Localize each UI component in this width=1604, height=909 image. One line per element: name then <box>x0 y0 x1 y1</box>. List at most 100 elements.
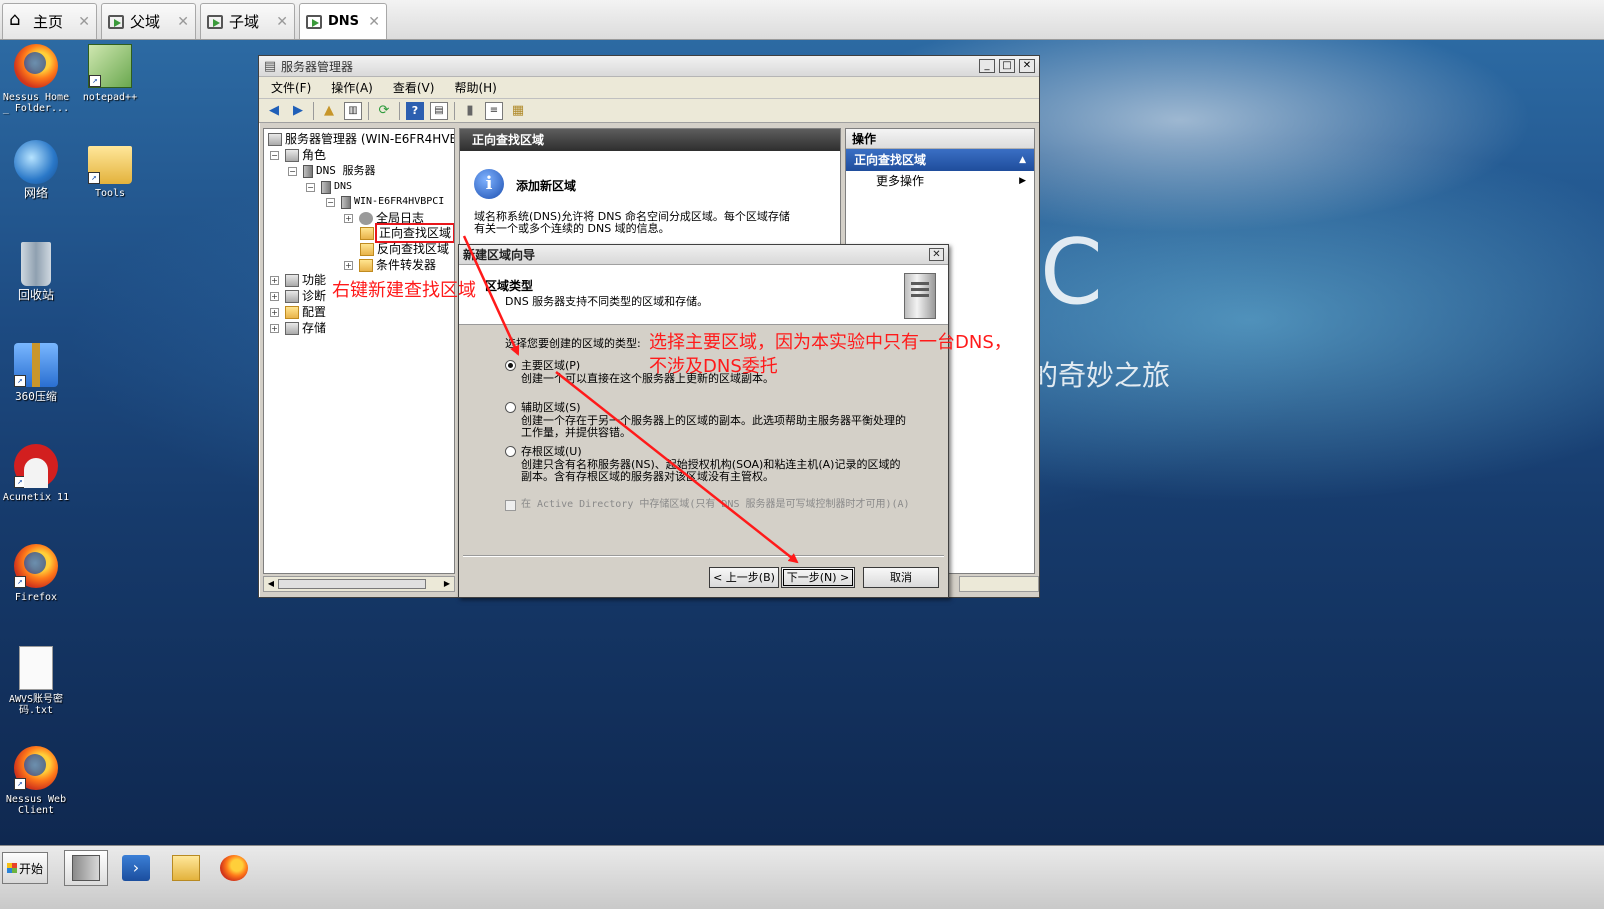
tab-parent-domain[interactable]: 父域 ✕ <box>101 3 196 39</box>
tree-node-forward-lookup-zones[interactable]: 正向查找区域 <box>360 223 454 243</box>
server-list-icon[interactable]: ▮ <box>461 102 479 120</box>
collapse-up-icon[interactable]: ▲ <box>1019 149 1026 171</box>
menu-action[interactable]: 操作(A) <box>331 79 373 96</box>
zone-type-question: 选择您要创建的区域的类型: <box>505 337 641 350</box>
up-folder-icon[interactable]: ▲ <box>320 102 338 120</box>
actions-section-forward-zones[interactable]: 正向查找区域 ▲ <box>846 149 1034 171</box>
scroll-thumb[interactable] <box>278 579 426 589</box>
tree-node-reverse-lookup-zones[interactable]: 反向查找区域 <box>360 241 449 257</box>
tree-node-diagnostics[interactable]: + 诊断 <box>270 288 326 304</box>
info-icon: i <box>474 169 504 199</box>
firefox-icon: ↗ <box>14 544 58 588</box>
desktop-icon-360zip[interactable]: ↗ 360压缩 <box>0 343 72 402</box>
server-manager-icon <box>268 132 282 146</box>
forward-arrow-icon[interactable]: ▶ <box>289 102 307 120</box>
close-icon[interactable]: ✕ <box>78 14 90 30</box>
scroll-right-icon[interactable]: ▶ <box>440 577 454 591</box>
desktop-icon-notepad[interactable]: ↗ notepad++ <box>74 44 146 103</box>
taskbar-powershell[interactable]: › <box>114 850 158 886</box>
expand-icon[interactable]: + <box>270 275 279 285</box>
minimize-button[interactable]: _ <box>979 59 995 73</box>
close-button[interactable]: ✕ <box>1019 59 1035 73</box>
desktop-icon-recycle-bin[interactable]: 回收站 <box>0 242 72 301</box>
radio-selected[interactable] <box>505 359 516 371</box>
show-hide-tree-icon[interactable]: ▥ <box>344 101 362 120</box>
menu-help[interactable]: 帮助(H) <box>454 79 496 96</box>
cancel-button[interactable]: 取消 <box>863 567 939 588</box>
recycle-bin-icon <box>21 242 51 286</box>
menu-file[interactable]: 文件(F) <box>271 79 311 96</box>
export-icon[interactable]: ▦ <box>509 102 527 120</box>
properties-icon[interactable]: ▤ <box>430 101 448 120</box>
expand-icon[interactable]: + <box>270 323 279 333</box>
start-button[interactable]: 开始 <box>2 852 48 884</box>
tree-node-server-manager[interactable]: 服务器管理器 (WIN-E6FR4HVBPC <box>268 131 454 147</box>
dns-server-icon <box>303 164 313 178</box>
tree-node-host[interactable]: − WIN-E6FR4HVBPCI <box>326 194 444 210</box>
help-icon[interactable]: ? <box>406 101 424 120</box>
desktop-icon-nessus-home[interactable]: Nessus Home _ Folder... <box>0 44 72 114</box>
server-tower-icon <box>904 273 936 319</box>
more-actions-item[interactable]: 更多操作 ▶ <box>846 171 1034 191</box>
desktop-icon-tools[interactable]: ↗ Tools <box>74 140 146 199</box>
refresh-icon[interactable]: ⟳ <box>375 102 393 120</box>
collapse-icon[interactable]: − <box>288 166 297 176</box>
desktop-icon-acunetix[interactable]: ↗ Acunetix 11 <box>0 444 72 503</box>
list-icon[interactable]: ≡ <box>485 101 503 120</box>
wizard-heading: 区域类型 <box>485 279 534 293</box>
stub-zone-radio[interactable]: 存根区域(U) <box>505 443 582 459</box>
back-arrow-icon[interactable]: ◀ <box>265 102 283 120</box>
store-in-ad-checkbox[interactable]: 在 Active Directory 中存储区域(只有 DNS 服务器是可写域控… <box>505 499 935 511</box>
expand-icon[interactable]: + <box>344 260 353 270</box>
collapse-icon[interactable]: − <box>270 150 279 160</box>
collapse-icon[interactable]: − <box>306 182 315 192</box>
secondary-zone-radio[interactable]: 辅助区域(S) <box>505 399 581 415</box>
tree-node-dns[interactable]: − DNS <box>306 179 352 195</box>
checkbox-disabled[interactable] <box>505 500 516 511</box>
taskbar-firefox[interactable] <box>212 850 256 886</box>
desktop-icon-awvs-txt[interactable]: AWVS账号密码.txt <box>0 646 72 716</box>
tab-home[interactable]: 主页 ✕ <box>2 3 97 39</box>
server-manager-titlebar[interactable]: ▤ 服务器管理器 _ □ ✕ <box>259 56 1039 77</box>
expand-icon[interactable]: + <box>344 213 353 223</box>
folder-icon <box>359 258 373 272</box>
back-button[interactable]: < 上一步(B) <box>709 567 779 588</box>
desktop-icon-nessus-web[interactable]: ↗ Nessus Web Client <box>0 746 72 816</box>
vm-icon <box>108 14 124 29</box>
close-icon[interactable]: ✕ <box>368 14 380 30</box>
desktop-icon-firefox[interactable]: ↗ Firefox <box>0 544 72 603</box>
toolbar: ◀ ▶ ▲ ▥ ⟳ ? ▤ ▮ ≡ ▦ <box>259 99 1039 123</box>
close-icon[interactable]: ✕ <box>177 14 189 30</box>
tree-node-dns-server[interactable]: − DNS 服务器 <box>288 163 376 179</box>
tree-node-roles[interactable]: − 角色 <box>270 147 326 163</box>
radio-unselected[interactable] <box>505 445 516 457</box>
taskbar-server-manager[interactable] <box>64 850 108 886</box>
expand-icon[interactable]: + <box>270 291 279 301</box>
tree-node-storage[interactable]: + 存储 <box>270 320 326 336</box>
scroll-left-icon[interactable]: ◀ <box>264 577 278 591</box>
primary-zone-radio[interactable]: 主要区域(P) <box>505 357 580 373</box>
maximize-button[interactable]: □ <box>999 59 1015 73</box>
tab-dns[interactable]: DNS ✕ <box>299 3 387 39</box>
next-button[interactable]: 下一步(N) > <box>781 567 855 588</box>
acunetix-icon: ↗ <box>14 444 58 488</box>
radio-unselected[interactable] <box>505 401 516 413</box>
taskbar-explorer[interactable] <box>164 850 208 886</box>
close-icon[interactable]: ✕ <box>276 14 288 30</box>
collapse-icon[interactable]: − <box>326 197 335 207</box>
menu-view[interactable]: 查看(V) <box>393 79 435 96</box>
desktop-icon-network[interactable]: 网络 <box>0 140 72 199</box>
add-new-zone-link[interactable]: 添加新区域 <box>516 177 576 194</box>
tree-node-conditional-forwarders[interactable]: + 条件转发器 <box>344 257 436 273</box>
submenu-arrow-icon: ▶ <box>1019 176 1026 186</box>
expand-icon[interactable]: + <box>270 307 279 317</box>
taskbar: 开始 › <box>0 845 1604 909</box>
tab-child-domain[interactable]: 子域 ✕ <box>200 3 295 39</box>
tree-node-configuration[interactable]: + 配置 <box>270 304 326 320</box>
tree-node-global-logs[interactable]: + 全局日志 <box>344 210 424 226</box>
tree-node-features[interactable]: + 功能 <box>270 272 326 288</box>
console-tree: 服务器管理器 (WIN-E6FR4HVBPC − 角色 − DNS 服务器 − … <box>263 128 455 574</box>
close-button[interactable]: ✕ <box>929 248 944 261</box>
wizard-titlebar[interactable]: 新建区域向导 ✕ <box>459 245 948 265</box>
tree-horizontal-scrollbar[interactable]: ◀ ▶ <box>263 576 455 592</box>
